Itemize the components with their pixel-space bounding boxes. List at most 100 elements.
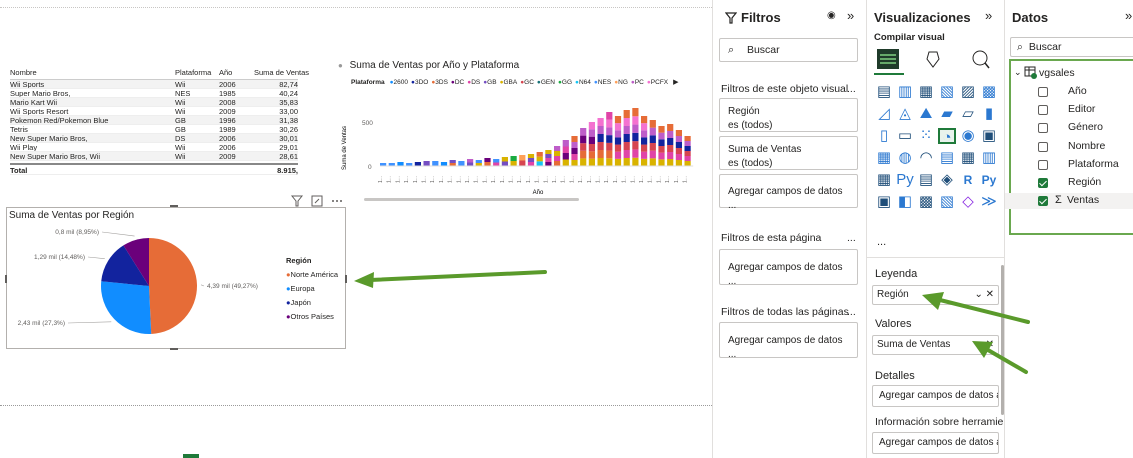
- bar-segment[interactable]: [432, 161, 439, 166]
- analytics-tab-icon[interactable]: [972, 50, 990, 69]
- bar-segment[interactable]: [606, 119, 613, 128]
- sales-table[interactable]: Nombre Plataforma Año Suma de Ventas Wii…: [10, 66, 309, 175]
- bar-segment[interactable]: [614, 116, 622, 124]
- bar-segment[interactable]: [675, 136, 682, 142]
- table-row[interactable]: Pokemon Red/Pokemon Blue GB 1996 31,38: [10, 116, 298, 125]
- resize-handle-left[interactable]: [5, 275, 7, 283]
- table-header-plataforma[interactable]: Plataforma: [175, 66, 219, 79]
- bar-segment[interactable]: [632, 149, 639, 158]
- bar-segment[interactable]: [519, 160, 526, 167]
- area-chart-icon[interactable]: ◬: [896, 106, 914, 122]
- bar-segment[interactable]: [667, 138, 674, 145]
- bar-segment[interactable]: [545, 154, 552, 158]
- bar-segment[interactable]: [554, 156, 561, 161]
- bar-segment[interactable]: [588, 129, 595, 137]
- page-add-fields-well[interactable]: Agregar campos de datos ...: [719, 249, 858, 287]
- field-checkbox[interactable]: [1038, 123, 1048, 134]
- bar-segment[interactable]: [667, 159, 674, 166]
- bar-segment[interactable]: [606, 112, 613, 120]
- bar-segment[interactable]: [684, 161, 691, 166]
- collapse-data-icon[interactable]: »: [1125, 8, 1132, 23]
- bar-segment[interactable]: [658, 152, 665, 160]
- bar-segment[interactable]: [606, 135, 613, 143]
- bar-segment[interactable]: [632, 157, 639, 166]
- region-filter-card[interactable]: Región es (todos): [719, 98, 858, 132]
- collapse-visualizations-icon[interactable]: »: [985, 8, 992, 23]
- table-row[interactable]: Super Mario Bros, NES 1985 40,24: [10, 89, 298, 98]
- clustered-bar-chart-icon[interactable]: ▦: [917, 84, 935, 100]
- bar-segment[interactable]: [649, 127, 656, 136]
- bar-segment[interactable]: [571, 136, 578, 142]
- details-well[interactable]: Agregar campos de datos a...: [872, 385, 999, 407]
- bar-segment[interactable]: [493, 159, 500, 163]
- bar-segment[interactable]: [684, 141, 691, 146]
- bar-segment[interactable]: [623, 110, 630, 118]
- table-row[interactable]: Mario Kart Wii Wii 2008 35,83: [10, 98, 298, 107]
- pie-legend-item[interactable]: ●Norte América: [286, 268, 338, 282]
- bar-segment[interactable]: [684, 146, 691, 151]
- bar-legend-item[interactable]: ●NG: [614, 79, 628, 86]
- bar-segment[interactable]: [684, 151, 691, 156]
- bar-segment[interactable]: [510, 156, 517, 161]
- gauge-icon[interactable]: ▤: [938, 150, 956, 166]
- bar-segment[interactable]: [684, 156, 691, 161]
- pie-legend-item[interactable]: ●Europa: [286, 282, 338, 296]
- bar-segment[interactable]: [597, 158, 604, 166]
- format-visual-tab-icon[interactable]: [926, 51, 940, 68]
- bar-segment[interactable]: [667, 131, 674, 138]
- bar-segment[interactable]: [414, 162, 421, 166]
- bar-segment[interactable]: [493, 162, 500, 167]
- bar-legend-item[interactable]: ●PC: [631, 79, 644, 86]
- bar-segment[interactable]: [527, 162, 535, 166]
- bar-segment[interactable]: [562, 140, 569, 147]
- bar-segment[interactable]: [597, 126, 604, 134]
- bar-scrollbar[interactable]: [364, 198, 579, 201]
- bar-segment[interactable]: [597, 118, 604, 126]
- bar-segment[interactable]: [562, 153, 569, 160]
- bar-segment[interactable]: [658, 132, 665, 140]
- bar-legend-item[interactable]: ●GC: [520, 79, 534, 86]
- bar-segment[interactable]: [649, 150, 656, 159]
- table-row[interactable]: New Super Mario Bros, Wii Wii 2009 28,61: [10, 152, 298, 161]
- sales-filter-card[interactable]: Suma de Ventas es (todos): [719, 136, 858, 170]
- visual-add-fields-well[interactable]: Agregar campos de datos ...: [719, 174, 858, 211]
- data-field-row[interactable]: Editor: [1005, 102, 1133, 118]
- donut-chart-icon[interactable]: ◉: [959, 128, 977, 144]
- waterfall-chart-icon[interactable]: ▯: [875, 128, 893, 144]
- bar-segment[interactable]: [588, 122, 595, 130]
- data-field-row[interactable]: Plataforma: [1005, 157, 1133, 173]
- bar-segment[interactable]: [467, 159, 474, 163]
- bar-segment[interactable]: [641, 158, 648, 166]
- bar-segment[interactable]: [588, 136, 595, 144]
- bar-segment[interactable]: [484, 162, 491, 166]
- eye-icon[interactable]: ◉: [827, 10, 836, 21]
- table-row[interactable]: Tetris GB 1989 30,26: [10, 125, 298, 134]
- bar-segment[interactable]: [632, 141, 639, 150]
- bar-segment[interactable]: [632, 124, 639, 133]
- bar-segment[interactable]: [536, 156, 543, 162]
- scatter-chart-icon[interactable]: ⁙: [917, 128, 935, 144]
- gallery-more[interactable]: ...: [877, 236, 886, 248]
- bar-segment[interactable]: [475, 160, 482, 163]
- bar-legend-item[interactable]: ●PCFX: [647, 79, 668, 86]
- all-pages-filters-more[interactable]: ...: [847, 306, 856, 318]
- build-visual-tab-icon[interactable]: [877, 49, 899, 69]
- bar-segment[interactable]: [571, 148, 578, 154]
- bar-legend-item[interactable]: ●GB: [483, 79, 496, 86]
- bar-segment[interactable]: [423, 161, 430, 166]
- bar-segment[interactable]: [632, 108, 639, 117]
- bar-segment[interactable]: [632, 116, 639, 125]
- bar-segment[interactable]: [614, 130, 622, 138]
- data-field-row[interactable]: Género: [1005, 120, 1133, 136]
- bar-segment[interactable]: [467, 162, 474, 167]
- 100-bar-chart-icon[interactable]: ▨: [959, 84, 977, 100]
- bar-segment[interactable]: [614, 151, 622, 159]
- page-filters-more[interactable]: ...: [847, 232, 856, 244]
- python-visual-icon[interactable]: Py: [980, 172, 998, 188]
- focus-mode-icon[interactable]: [311, 195, 323, 207]
- filter-icon[interactable]: [290, 195, 304, 207]
- table-name[interactable]: vgsales: [1039, 67, 1075, 79]
- bar-segment[interactable]: [675, 154, 682, 160]
- data-search-input[interactable]: ⌕ Buscar: [1010, 37, 1133, 57]
- line-chart-icon[interactable]: ◿: [875, 106, 893, 122]
